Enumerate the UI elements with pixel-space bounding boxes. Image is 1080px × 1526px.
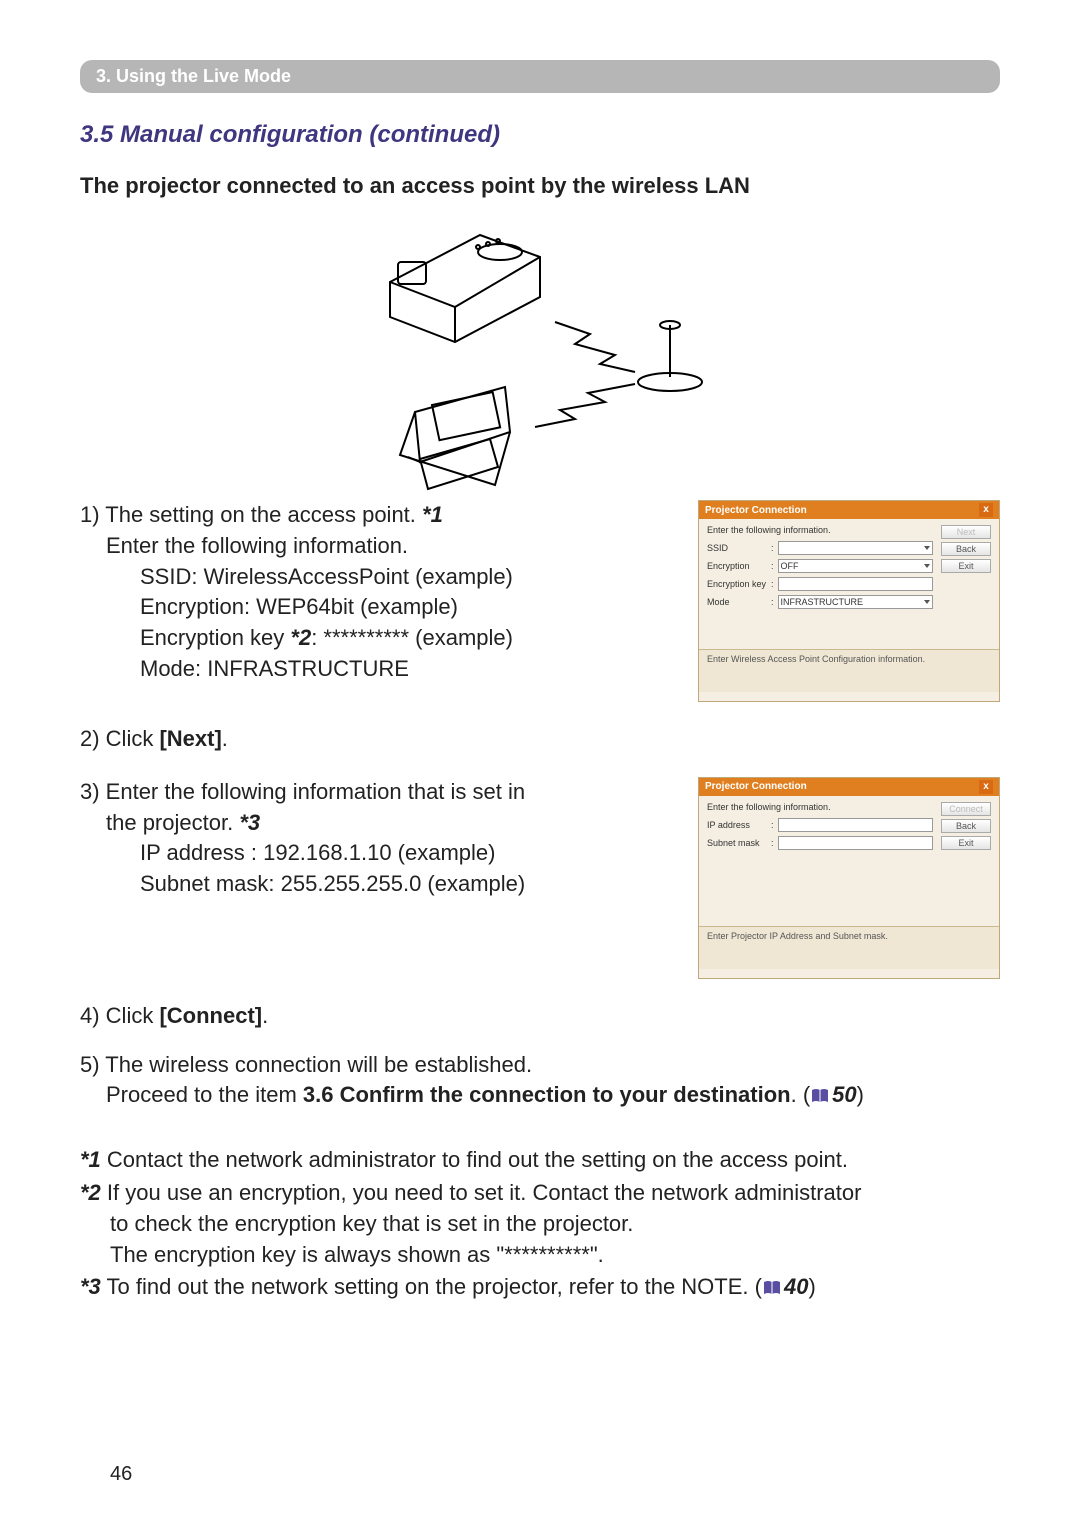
ss1-key-label: Encryption key bbox=[707, 579, 767, 589]
step5-line1: 5) The wireless connection will be estab… bbox=[80, 1050, 1000, 1081]
step1-key-lead: Encryption key bbox=[140, 625, 290, 650]
step3-mask: Subnet mask: 255.255.255.0 (example) bbox=[140, 869, 668, 900]
close-icon[interactable]: x bbox=[979, 780, 993, 794]
step3-line2a: the projector. bbox=[106, 810, 239, 835]
step5-line2a: Proceed to the item bbox=[106, 1082, 303, 1107]
fn1-ref: *1 bbox=[80, 1147, 101, 1172]
step1-ref: *1 bbox=[422, 502, 443, 527]
step1-lead: 1) The setting on the access point. bbox=[80, 502, 422, 527]
footnote-1: *1 Contact the network administrator to … bbox=[80, 1145, 1000, 1176]
step4-tail: . bbox=[262, 1003, 268, 1028]
step5-line2c: ) bbox=[857, 1082, 864, 1107]
step1-enc: Encryption: WEP64bit (example) bbox=[140, 592, 668, 623]
ss1-title: Projector Connection bbox=[705, 505, 807, 516]
section-title: 3.5 Manual configuration (continued) bbox=[80, 121, 1000, 149]
back-button[interactable]: Back bbox=[941, 819, 991, 833]
ss2-mask-label: Subnet mask bbox=[707, 838, 767, 848]
ssid-select[interactable] bbox=[778, 541, 933, 555]
fn3-text-b: ) bbox=[808, 1274, 815, 1299]
ss2-title: Projector Connection bbox=[705, 781, 807, 792]
ss2-instr: Enter the following information. bbox=[707, 802, 933, 812]
step-3: 3) Enter the following information that … bbox=[80, 777, 668, 900]
step5-line2b: . ( bbox=[791, 1082, 811, 1107]
fn2-line2: to check the encryption key that is set … bbox=[110, 1209, 1000, 1240]
back-button[interactable]: Back bbox=[941, 542, 991, 556]
ss2-ip-label: IP address bbox=[707, 820, 767, 830]
fn3-pageref: 40 bbox=[784, 1274, 808, 1299]
next-button[interactable]: Next bbox=[941, 525, 991, 539]
step5-pageref: 50 bbox=[832, 1082, 856, 1107]
fn2-line1: If you use an encryption, you need to se… bbox=[101, 1180, 862, 1205]
step1-key-ref: *2 bbox=[290, 625, 311, 650]
ss1-ssid-label: SSID bbox=[707, 543, 767, 553]
fn2-line3: The encryption key is always shown as "*… bbox=[110, 1240, 1000, 1271]
book-icon bbox=[810, 1082, 830, 1113]
step4-bold: [Connect] bbox=[159, 1003, 262, 1028]
ss1-footer: Enter Wireless Access Point Configuratio… bbox=[699, 649, 999, 692]
step-2: 2) Click [Next]. bbox=[80, 724, 1000, 755]
screenshot-1: Projector Connection x Enter the followi… bbox=[698, 500, 1000, 702]
step1-key-tail: : ********** (example) bbox=[311, 625, 513, 650]
connect-button[interactable]: Connect bbox=[941, 802, 991, 816]
fn2-ref: *2 bbox=[80, 1180, 101, 1205]
section-banner: 3. Using the Live Mode bbox=[80, 60, 1000, 93]
step-4: 4) Click [Connect]. bbox=[80, 1001, 1000, 1032]
footnote-3: *3 To find out the network setting on th… bbox=[80, 1272, 1000, 1305]
step2-lead: 2) Click bbox=[80, 726, 159, 751]
footnote-2: *2 If you use an encryption, you need to… bbox=[80, 1178, 1000, 1270]
subnet-mask-input[interactable] bbox=[778, 836, 933, 850]
exit-button[interactable]: Exit bbox=[941, 836, 991, 850]
mode-select[interactable]: INFRASTRUCTURE bbox=[778, 595, 933, 609]
encryption-select[interactable]: OFF bbox=[778, 559, 933, 573]
step-1: 1) The setting on the access point. *1 E… bbox=[80, 500, 668, 685]
fn1-text: Contact the network administrator to fin… bbox=[101, 1147, 848, 1172]
step2-bold: [Next] bbox=[159, 726, 221, 751]
encryption-key-input[interactable] bbox=[778, 577, 933, 591]
ss1-instr: Enter the following information. bbox=[707, 525, 933, 535]
step1-line2: Enter the following information. bbox=[106, 531, 668, 562]
step5-line2bold: 3.6 Confirm the connection to your desti… bbox=[303, 1082, 791, 1107]
ip-address-input[interactable] bbox=[778, 818, 933, 832]
step1-mode: Mode: INFRASTRUCTURE bbox=[140, 654, 668, 685]
step1-ssid: SSID: WirelessAccessPoint (example) bbox=[140, 562, 668, 593]
close-icon[interactable]: x bbox=[979, 503, 993, 517]
step2-tail: . bbox=[222, 726, 228, 751]
diagram-illustration bbox=[360, 217, 720, 492]
page-number: 46 bbox=[110, 1463, 132, 1486]
book-icon bbox=[762, 1274, 782, 1305]
fn3-text-a: To find out the network setting on the p… bbox=[101, 1274, 762, 1299]
ss1-enc-label: Encryption bbox=[707, 561, 767, 571]
ss2-footer: Enter Projector IP Address and Subnet ma… bbox=[699, 926, 999, 969]
step3-ip: IP address : 192.168.1.10 (example) bbox=[140, 838, 668, 869]
ss1-mode-label: Mode bbox=[707, 597, 767, 607]
step4-lead: 4) Click bbox=[80, 1003, 159, 1028]
step3-lead: 3) Enter the following information that … bbox=[80, 779, 525, 804]
fn3-ref: *3 bbox=[80, 1274, 101, 1299]
screenshot-2: Projector Connection x Enter the followi… bbox=[698, 777, 1000, 979]
step3-ref: *3 bbox=[239, 810, 260, 835]
page: 3. Using the Live Mode 3.5 Manual config… bbox=[0, 0, 1080, 1526]
step-5: 5) The wireless connection will be estab… bbox=[80, 1050, 1000, 1114]
subtitle: The projector connected to an access poi… bbox=[80, 173, 1000, 199]
exit-button[interactable]: Exit bbox=[941, 559, 991, 573]
